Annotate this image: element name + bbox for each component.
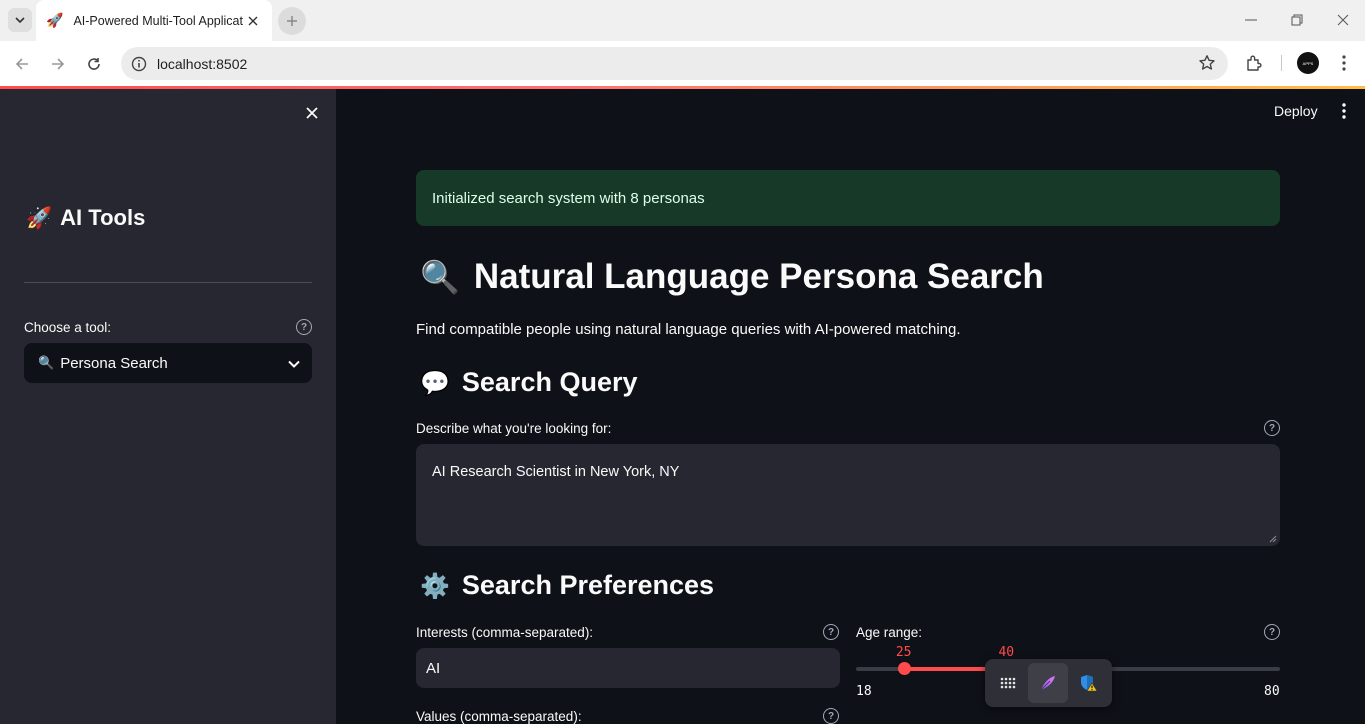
site-info-icon[interactable]: [129, 54, 149, 74]
chevron-down-icon: [288, 355, 300, 372]
search-query-heading-text: Search Query: [461, 367, 638, 397]
magnifier-icon: 🔍: [38, 355, 55, 371]
search-query-textarea[interactable]: AI Research Scientist in New York, NY: [416, 444, 1280, 546]
search-query-heading: 💬 Search Query: [420, 367, 637, 398]
interests-input[interactable]: AI: [416, 648, 840, 688]
age-low-thumb[interactable]: [897, 662, 911, 675]
shield-warning-icon: [1081, 675, 1098, 692]
main-content: Deploy Initialized search system with 8 …: [336, 89, 1365, 724]
query-label: Describe what you're looking for:: [416, 421, 612, 436]
floating-toolbar: [985, 659, 1112, 707]
search-preferences-heading: ⚙️ Search Preferences: [420, 570, 714, 601]
rocket-icon: 🚀: [46, 12, 64, 29]
rocket-icon: 🚀: [26, 205, 53, 230]
back-button[interactable]: [8, 50, 36, 78]
feather-pen-icon: [1040, 676, 1055, 691]
browser-toolbar: localhost:8502: [0, 41, 1365, 86]
app-menu-icon[interactable]: [1334, 101, 1354, 121]
bookmark-star-icon[interactable]: [1198, 54, 1216, 77]
plus-icon: [287, 16, 297, 26]
search-query-value: AI Research Scientist in New York, NY: [432, 464, 680, 480]
reload-button[interactable]: [80, 50, 108, 78]
grid-icon: [1000, 677, 1016, 689]
toolbar-separator: [1281, 55, 1282, 71]
restore-icon: [1291, 14, 1303, 26]
pen-button[interactable]: [1028, 663, 1068, 703]
chevron-down-icon: [15, 17, 25, 23]
page-title-text: Natural Language Persona Search: [473, 257, 1044, 296]
extensions-icon[interactable]: [1242, 51, 1266, 75]
tab-title: AI-Powered Multi-Tool Applicat: [73, 13, 243, 28]
age-min-label: 18: [856, 684, 872, 699]
close-icon: [306, 107, 318, 119]
sidebar: 🚀 AI Tools Choose a tool: ? 🔍 Persona Se…: [0, 89, 336, 724]
resize-handle-icon[interactable]: [1269, 535, 1277, 543]
tab-search-button[interactable]: [8, 8, 32, 32]
gear-icon: ⚙️: [420, 571, 450, 600]
reload-icon: [88, 58, 100, 70]
help-icon[interactable]: ?: [1264, 420, 1280, 436]
close-icon: [1337, 14, 1349, 26]
age-range-label: Age range:: [856, 625, 923, 640]
grid-button[interactable]: [988, 663, 1028, 703]
browser-tab[interactable]: 🚀 AI-Powered Multi-Tool Applicat: [36, 0, 272, 41]
page-title: 🔍 Natural Language Persona Search: [420, 257, 1044, 297]
age-low-value: 25: [895, 645, 912, 660]
help-icon[interactable]: ?: [823, 624, 839, 640]
age-high-value: 40: [998, 645, 1015, 660]
arrow-right-icon: [52, 58, 65, 70]
sidebar-divider: [24, 282, 312, 283]
sidebar-collapse-button[interactable]: [300, 101, 324, 125]
minimize-icon: [1245, 19, 1257, 21]
interests-value: AI: [426, 659, 441, 677]
arrow-left-icon: [15, 58, 28, 70]
speech-bubble-icon: 💬: [420, 368, 450, 397]
url-text: localhost:8502: [157, 55, 248, 72]
tool-select-value: Persona Search: [60, 354, 168, 372]
search-preferences-heading-text: Search Preferences: [461, 570, 715, 600]
help-icon[interactable]: ?: [823, 708, 839, 724]
status-success-alert: Initialized search system with 8 persona…: [416, 170, 1280, 226]
sidebar-title-text: AI Tools: [60, 205, 146, 230]
deploy-button[interactable]: Deploy: [1274, 103, 1318, 119]
close-icon: [248, 16, 258, 25]
help-icon[interactable]: ?: [296, 319, 312, 335]
tab-close-button[interactable]: [244, 12, 262, 30]
interests-label: Interests (comma-separated):: [416, 625, 594, 640]
address-bar[interactable]: localhost:8502: [121, 47, 1228, 80]
security-button[interactable]: [1068, 663, 1108, 703]
magnifier-icon: 🔍: [420, 258, 460, 296]
profile-avatar[interactable]: APPS: [1297, 52, 1319, 74]
minimize-button[interactable]: [1228, 0, 1274, 40]
close-window-button[interactable]: [1320, 0, 1365, 40]
sidebar-title: 🚀 AI Tools: [26, 205, 145, 231]
help-icon[interactable]: ?: [1264, 624, 1280, 640]
forward-button[interactable]: [44, 50, 72, 78]
values-label: Values (comma-separated):: [416, 709, 582, 724]
page-subtitle: Find compatible people using natural lan…: [416, 321, 961, 338]
browser-tab-bar: 🚀 AI-Powered Multi-Tool Applicat: [0, 0, 1365, 41]
browser-menu-icon[interactable]: [1332, 51, 1356, 75]
restore-button[interactable]: [1274, 0, 1320, 40]
tool-select-label: Choose a tool:: [24, 320, 112, 335]
new-tab-button[interactable]: [278, 7, 306, 35]
tool-select[interactable]: 🔍 Persona Search: [24, 343, 312, 383]
age-max-label: 80: [1264, 684, 1280, 699]
